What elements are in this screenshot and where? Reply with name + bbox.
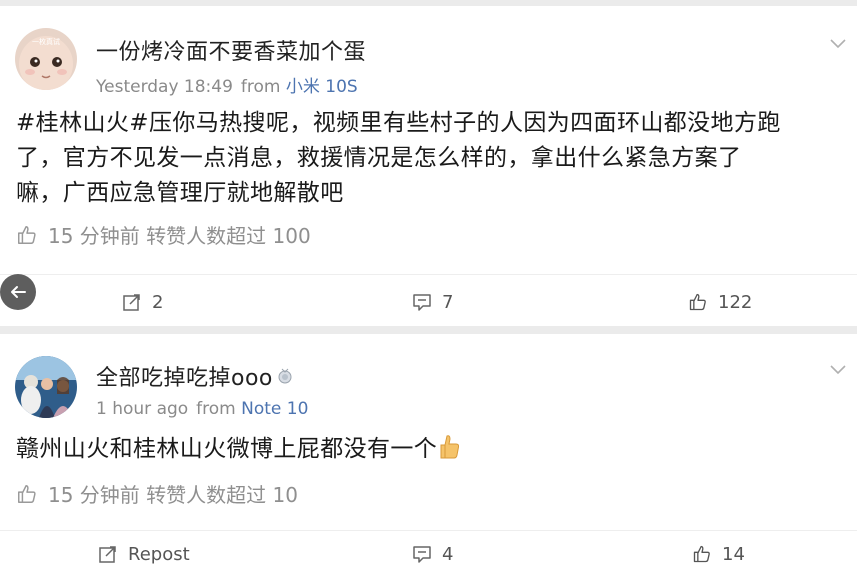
comment-icon — [413, 294, 431, 311]
like-note: 15 分钟前 转赞人数超过 10 — [16, 479, 298, 508]
post-separator — [0, 326, 857, 334]
post-text-line: 嘛，广西应急管理厅就地解散吧 — [16, 180, 344, 206]
avatar[interactable] — [15, 356, 77, 418]
post-card-1: 一枚真试 一份烤冷面不要香菜加个蛋 Yesterday 18:49 from 小米… — [0, 6, 857, 326]
post-time: Yesterday 18:49 — [96, 77, 233, 97]
avatar[interactable]: 一枚真试 — [15, 28, 77, 90]
username[interactable]: 一份烤冷面不要香菜加个蛋 — [96, 34, 366, 66]
thumbs-up-icon — [693, 545, 710, 563]
comment-button[interactable]: 7 — [412, 282, 453, 322]
device-link[interactable]: Note 10 — [241, 399, 308, 419]
from-label: from — [240, 77, 281, 97]
divider — [0, 274, 857, 275]
post-text: #桂林山火#压你马热搜呢，视频里有些村子的人因为四面环山都没地方跑 了，官方不见… — [16, 106, 843, 211]
post-text-line: 了，官方不见发一点消息，救援情况是怎么样的，拿出什么紧急方案了 — [16, 145, 742, 171]
like-count: 122 — [718, 291, 753, 313]
comment-count: 4 — [442, 543, 454, 565]
like-note-text: 15 分钟前 转赞人数超过 10 — [48, 483, 298, 507]
device-link[interactable]: 小米 10S — [286, 77, 358, 97]
divider — [0, 530, 857, 531]
like-note-text: 15 分钟前 转赞人数超过 100 — [48, 224, 311, 248]
post-card-2: 全部吃掉吃掉ooo 1 hour ago from Note 10 赣州山火和桂林… — [0, 334, 857, 580]
from-label: from — [196, 399, 236, 419]
repost-label: Repost — [128, 543, 190, 565]
repost-button[interactable]: Repost — [98, 534, 190, 574]
thumbs-up-icon — [18, 225, 36, 244]
svg-text:一枚真试: 一枚真试 — [32, 37, 60, 46]
post-time: 1 hour ago — [96, 399, 189, 419]
post-meta: 1 hour ago from Note 10 — [96, 399, 308, 419]
like-button[interactable]: 122 — [688, 282, 752, 322]
thumbs-up-icon — [18, 484, 36, 503]
username-text: 全部吃掉吃掉ooo — [96, 366, 273, 391]
username[interactable]: 全部吃掉吃掉ooo — [96, 360, 293, 392]
like-note: 15 分钟前 转赞人数超过 100 — [16, 220, 311, 249]
repost-button[interactable]: 2 — [122, 282, 163, 322]
action-bar: Repost 4 14 — [0, 534, 857, 574]
thumbs-up-icon — [689, 293, 706, 311]
post-meta: Yesterday 18:49 from 小米 10S — [96, 72, 358, 97]
post-text-content: 赣州山火和桂林山火微博上屁都没有一个 — [16, 436, 438, 462]
comment-icon — [413, 546, 431, 563]
back-button[interactable] — [0, 274, 36, 310]
post-text: 赣州山火和桂林山火微博上屁都没有一个 — [16, 432, 843, 467]
action-bar: 2 7 122 — [0, 282, 857, 322]
user-badge-icon — [278, 368, 292, 384]
comment-button[interactable]: 4 — [412, 534, 453, 574]
post-text-line: #桂林山火#压你马热搜呢，视频里有些村子的人因为四面环山都没地方跑 — [16, 110, 781, 136]
thumbs-up-emoji — [440, 435, 460, 459]
like-button[interactable]: 14 — [692, 534, 745, 574]
repost-icon — [99, 546, 116, 563]
chevron-down-icon[interactable] — [829, 36, 847, 50]
back-arrow-icon — [11, 286, 26, 298]
repost-count: 2 — [152, 291, 164, 313]
repost-icon — [123, 294, 140, 311]
like-count: 14 — [722, 543, 745, 565]
chevron-down-icon[interactable] — [829, 362, 847, 376]
comment-count: 7 — [442, 291, 454, 313]
